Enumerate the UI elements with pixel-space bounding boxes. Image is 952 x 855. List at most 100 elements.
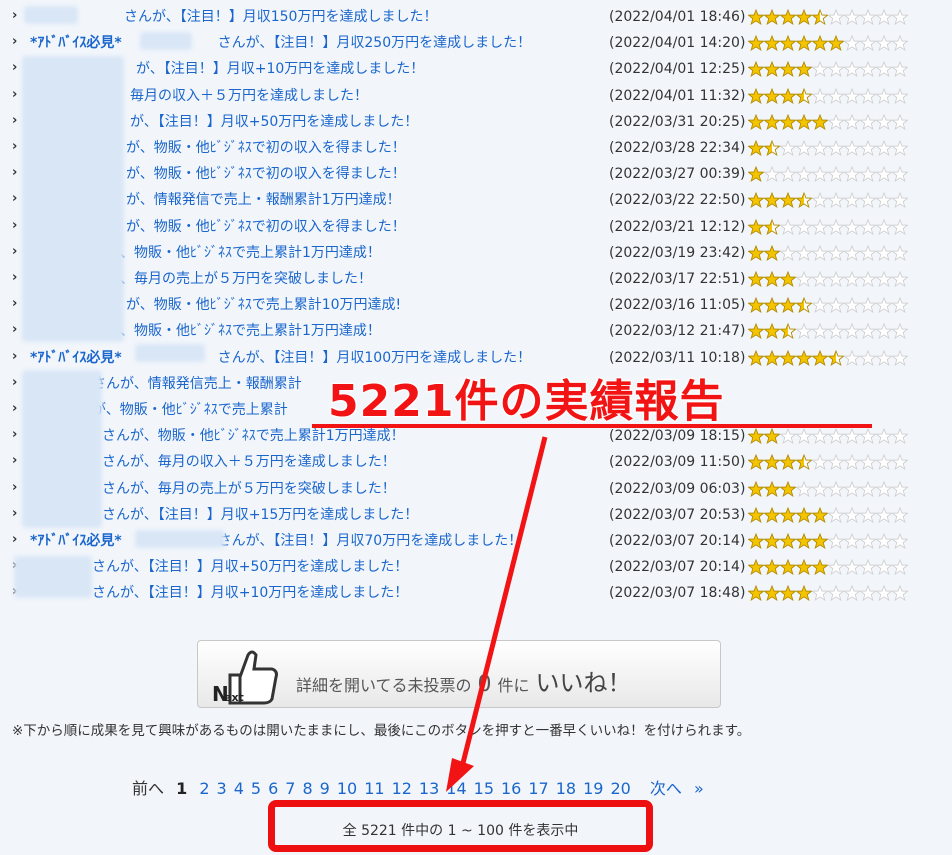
chevron-right-icon: › bbox=[12, 532, 18, 547]
unvoted-count: 0 bbox=[477, 672, 492, 697]
like-button[interactable]: N ext 詳細を開いてる未投票の 0 件に いいね！ bbox=[197, 640, 721, 708]
report-title-text: さんが、物販・他ﾋﾞｼﾞﾈｽで売上累計1万円達成！ bbox=[102, 428, 405, 445]
report-row[interactable]: ›さんが、【注目！】月収+50万円を達成しました！(2022/03/07 20:… bbox=[0, 554, 952, 580]
star-icon bbox=[764, 454, 780, 471]
report-row[interactable]: › が、【注目！】月収+10万円を達成しました！ (2022/04/01 12:25… bbox=[0, 56, 952, 82]
star-icon bbox=[748, 35, 764, 52]
star-icon bbox=[844, 35, 860, 52]
pager-page-link[interactable]: 13 bbox=[419, 779, 439, 798]
pager-page-link[interactable]: 14 bbox=[446, 779, 466, 798]
star-icon bbox=[796, 271, 812, 287]
star-icon bbox=[764, 218, 780, 235]
star-icon bbox=[796, 480, 812, 497]
pager-page-link[interactable]: 19 bbox=[583, 779, 603, 798]
star-icon bbox=[876, 244, 892, 261]
report-title-link[interactable]: さんが、【注目！】月収150万円を達成しました！ bbox=[30, 8, 437, 26]
chevron-right-icon: › bbox=[12, 296, 18, 312]
pager-next[interactable]: 次へ bbox=[650, 779, 682, 798]
report-row[interactable]: › が、物販・他ﾋﾞｼﾞﾈｽで初の収入を得ました！ (2022/03/21 12:1… bbox=[0, 214, 952, 240]
report-row[interactable]: › さんが、毎月の収入＋５万円を達成しました！ (2022/03/09 11:50) bbox=[0, 449, 952, 475]
pager-prev[interactable]: 前へ bbox=[132, 779, 164, 798]
report-row[interactable]: › 、毎月の売上が５万円を突破しました！ (2022/03/17 22:51) bbox=[0, 266, 952, 292]
pager-last[interactable]: » bbox=[694, 779, 704, 798]
report-row[interactable]: › が、物販・他ﾋﾞｼﾞﾈｽで初の収入を得ました！ (2022/03/28 22:3… bbox=[0, 135, 952, 161]
pager-page-link[interactable]: 18 bbox=[556, 779, 576, 798]
star-icon bbox=[892, 61, 908, 78]
star-icon bbox=[828, 297, 844, 314]
report-title-text: さんが、毎月の売上が５万円を突破しました！ bbox=[102, 480, 396, 497]
star-icon bbox=[812, 244, 828, 261]
pager-page-link[interactable]: 12 bbox=[392, 779, 412, 798]
star-icon bbox=[892, 271, 908, 287]
result-summary-highlight: 全 5221 件中の 1 ~ 100 件を表示中 bbox=[268, 800, 653, 852]
star-icon bbox=[764, 9, 780, 25]
star-icon bbox=[892, 35, 908, 52]
star-icon bbox=[860, 323, 876, 340]
star-icon bbox=[844, 297, 860, 314]
pager-page-link[interactable]: 5 bbox=[251, 779, 261, 798]
report-row[interactable]: › さんが、毎月の売上が５万円を突破しました！ (2022/03/09 06:03) bbox=[0, 476, 952, 502]
pagination: 前へ 1 2 3 4 5 6 7 8 9 10 11 12 13 14 15 16 17 18 19 20 次へ » bbox=[132, 775, 711, 799]
pager-page-link[interactable]: 4 bbox=[234, 779, 244, 798]
star-icon bbox=[780, 244, 796, 261]
star-icon bbox=[844, 113, 860, 130]
star-icon bbox=[812, 454, 828, 471]
blurred-username-area bbox=[22, 56, 124, 342]
report-row[interactable]: › 、物販・他ﾋﾞｼﾞﾈｽで売上累計1万円達成！ (2022/03/19 23:42… bbox=[0, 240, 952, 266]
star-icon bbox=[748, 428, 764, 445]
star-icon bbox=[780, 480, 796, 497]
star-icon bbox=[860, 271, 876, 287]
pager-page-link[interactable]: 20 bbox=[610, 779, 630, 798]
rating-stars bbox=[748, 218, 910, 235]
star-icon bbox=[876, 480, 892, 497]
pager-page-link[interactable]: 10 bbox=[337, 779, 357, 798]
report-row[interactable]: › が、【注目！】月収+50万円を達成しました！ (2022/03/31 20:25… bbox=[0, 109, 952, 135]
star-icon bbox=[764, 506, 780, 523]
star-icon bbox=[748, 166, 764, 183]
rating-stars bbox=[748, 506, 910, 523]
report-row[interactable]: › が、情報発信で売上・報酬累計1万円達成！ (2022/03/22 22:50) bbox=[0, 187, 952, 213]
star-icon bbox=[748, 349, 764, 366]
star-icon bbox=[828, 113, 844, 130]
star-icon bbox=[844, 480, 860, 497]
pager-page-link[interactable]: 3 bbox=[217, 779, 227, 798]
pager-page-link[interactable]: 9 bbox=[320, 779, 330, 798]
star-icon bbox=[892, 506, 908, 523]
pager-page-link[interactable]: 7 bbox=[285, 779, 295, 798]
report-title-link[interactable]: *ｱﾄﾞﾊﾞｲｽ必見* さんが、【注目！】月収70万円を達成しました！ bbox=[30, 532, 522, 550]
pager-page-link[interactable]: 16 bbox=[501, 779, 521, 798]
star-icon bbox=[780, 454, 796, 471]
pager-page-link[interactable]: 2 bbox=[199, 779, 209, 798]
pager-page-link[interactable]: 17 bbox=[528, 779, 548, 798]
pager-page-link[interactable]: 11 bbox=[364, 779, 384, 798]
report-row[interactable]: › 、物販・他ﾋﾞｼﾞﾈｽで売上累計1万円達成！ (2022/03/12 21:47… bbox=[0, 318, 952, 344]
report-row[interactable]: ›さんが、【注目！】月収+10万円を達成しました！(2022/03/07 18:… bbox=[0, 580, 952, 606]
star-icon bbox=[796, 218, 812, 235]
report-title-link[interactable]: *ｱﾄﾞﾊﾞｲｽ必見* さんが、【注目！】月収250万円を達成しました！ bbox=[30, 34, 531, 52]
report-date: (2022/03/09 06:03) bbox=[609, 480, 746, 497]
blurred-username-area bbox=[135, 530, 225, 548]
star-icon bbox=[876, 559, 892, 576]
report-row[interactable]: › さんが、【注目！】月収150万円を達成しました！ (2022/04/01 18:… bbox=[0, 4, 952, 30]
rating-stars bbox=[748, 480, 910, 497]
pager-page-link[interactable]: 8 bbox=[302, 779, 312, 798]
star-icon bbox=[828, 349, 844, 366]
star-icon bbox=[860, 454, 876, 471]
pager-page-link[interactable]: 15 bbox=[474, 779, 494, 798]
next-thumbs-up-icon: N ext bbox=[212, 650, 278, 705]
star-icon bbox=[764, 244, 780, 261]
report-row[interactable]: › が、物販・他ﾋﾞｼﾞﾈｽで初の収入を得ました！ (2022/03/27 00:3… bbox=[0, 161, 952, 187]
chevron-right-icon: › bbox=[12, 165, 18, 181]
chevron-right-icon: › bbox=[12, 505, 18, 521]
star-icon bbox=[844, 454, 860, 471]
report-row[interactable]: › 毎月の収入＋５万円を達成しました！ (2022/04/01 11:32) bbox=[0, 83, 952, 109]
report-row[interactable]: › が、物販・他ﾋﾞｼﾞﾈｽで売上累計10万円達成! (2022/03/16 11:… bbox=[0, 292, 952, 318]
rating-stars bbox=[748, 61, 910, 78]
report-row[interactable]: › さんが、【注目！】月収+15万円を達成しました！ (2022/03/07 20:… bbox=[0, 502, 952, 528]
report-title-link[interactable]: *ｱﾄﾞﾊﾞｲｽ必見* さんが、【注目！】月収100万円を達成しました！ bbox=[30, 349, 531, 367]
star-icon bbox=[796, 61, 812, 78]
star-icon bbox=[780, 166, 796, 183]
chevron-right-icon: › bbox=[12, 8, 18, 23]
pager-page-link[interactable]: 6 bbox=[268, 779, 278, 798]
rating-stars bbox=[748, 87, 910, 104]
